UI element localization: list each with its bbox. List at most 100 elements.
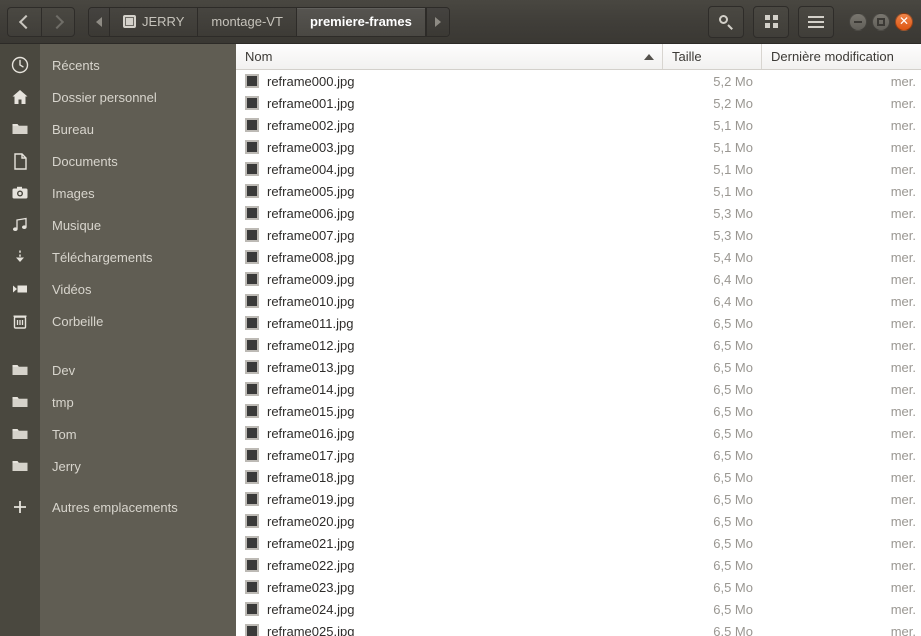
header-actions: ✕	[708, 5, 915, 38]
file-name-cell: reframe025.jpg	[236, 624, 663, 636]
file-name-label: reframe011.jpg	[267, 315, 354, 331]
grid-view-icon	[764, 15, 778, 28]
table-row[interactable]: reframe007.jpg 5,3 Mo mer.	[236, 224, 921, 246]
sidebar-item-tmp[interactable]: tmp	[40, 386, 236, 418]
table-row[interactable]: reframe006.jpg 5,3 Mo mer.	[236, 202, 921, 224]
table-row[interactable]: reframe008.jpg 5,4 Mo mer.	[236, 246, 921, 268]
file-size-cell: 6,5 Mo	[713, 403, 753, 419]
table-row[interactable]: reframe014.jpg 6,5 Mo mer.	[236, 378, 921, 400]
table-row[interactable]: reframe012.jpg 6,5 Mo mer.	[236, 334, 921, 356]
breadcrumb-scroll-left-button[interactable]	[89, 7, 110, 36]
breadcrumb-item-label: montage-VT	[211, 14, 283, 29]
column-header-modified[interactable]: Dernière modification	[762, 44, 921, 69]
file-name-cell: reframe010.jpg	[236, 294, 663, 309]
forward-button[interactable]	[41, 6, 75, 37]
table-row[interactable]: reframe017.jpg 6,5 Mo mer.	[236, 444, 921, 466]
file-size-cell: 6,5 Mo	[713, 535, 753, 551]
image-thumbnail-icon	[245, 426, 259, 440]
drive-icon	[123, 15, 136, 28]
close-button[interactable]: ✕	[895, 12, 913, 31]
file-modified-cell: mer.	[890, 315, 916, 331]
folder-icon	[0, 386, 40, 418]
sidebar-item-label: Bureau	[52, 121, 94, 137]
file-name-label: reframe004.jpg	[267, 161, 355, 177]
search-button[interactable]	[708, 5, 744, 38]
sidebar-item-jerry[interactable]: Jerry	[40, 450, 236, 482]
file-name-cell: reframe000.jpg	[236, 74, 663, 89]
triangle-right-icon	[434, 16, 441, 27]
main-menu-button[interactable]	[798, 5, 834, 38]
sidebar-item-home[interactable]: Dossier personnel	[40, 81, 236, 113]
table-row[interactable]: reframe016.jpg 6,5 Mo mer.	[236, 422, 921, 444]
table-row[interactable]: reframe019.jpg 6,5 Mo mer.	[236, 488, 921, 510]
table-row[interactable]: reframe022.jpg 6,5 Mo mer.	[236, 554, 921, 576]
column-header-size[interactable]: Taille	[663, 44, 762, 69]
sidebar-item-images[interactable]: Images	[40, 177, 236, 209]
image-thumbnail-icon	[245, 184, 259, 198]
minimize-button[interactable]	[849, 12, 867, 31]
file-name-cell: reframe013.jpg	[236, 360, 663, 375]
sidebar-item-trash[interactable]: Corbeille	[40, 305, 236, 337]
file-modified-cell: mer.	[890, 425, 916, 441]
breadcrumb-scroll-right-button[interactable]	[425, 7, 449, 36]
file-size-cell: 5,2 Mo	[713, 73, 753, 89]
image-thumbnail-icon	[245, 514, 259, 528]
breadcrumb-item-premiere-frames[interactable]: premiere-frames	[296, 7, 426, 36]
sidebar-item-tom[interactable]: Tom	[40, 418, 236, 450]
table-row[interactable]: reframe004.jpg 5,1 Mo mer.	[236, 158, 921, 180]
image-thumbnail-icon	[245, 206, 259, 220]
table-row[interactable]: reframe002.jpg 5,1 Mo mer.	[236, 114, 921, 136]
image-thumbnail-icon	[245, 624, 259, 636]
sidebar-item-desktop[interactable]: Bureau	[40, 113, 236, 145]
sidebar-item-downloads[interactable]: Téléchargements	[40, 241, 236, 273]
file-modified-cell: mer.	[890, 337, 916, 353]
table-row[interactable]: reframe021.jpg 6,5 Mo mer.	[236, 532, 921, 554]
file-list[interactable]: reframe000.jpg 5,2 Mo mer. reframe001.jpg 5,…	[236, 70, 921, 636]
table-row[interactable]: reframe018.jpg 6,5 Mo mer.	[236, 466, 921, 488]
column-header-label: Nom	[245, 49, 273, 64]
breadcrumb-item-label: JERRY	[142, 14, 185, 29]
table-row[interactable]: reframe015.jpg 6,5 Mo mer.	[236, 400, 921, 422]
file-modified-cell: mer.	[890, 381, 916, 397]
table-row[interactable]: reframe013.jpg 6,5 Mo mer.	[236, 356, 921, 378]
table-row[interactable]: reframe023.jpg 6,5 Mo mer.	[236, 576, 921, 598]
file-size-cell: 5,1 Mo	[713, 117, 753, 133]
table-row[interactable]: reframe000.jpg 5,2 Mo mer.	[236, 70, 921, 92]
sidebar-item-videos[interactable]: Vidéos	[40, 273, 236, 305]
table-row[interactable]: reframe001.jpg 5,2 Mo mer.	[236, 92, 921, 114]
file-name-cell: reframe001.jpg	[236, 96, 663, 111]
sidebar-item-music[interactable]: Musique	[40, 209, 236, 241]
sidebar-group-separator	[40, 482, 236, 491]
minimize-icon	[854, 20, 862, 23]
sidebar-item-recents[interactable]: Récents	[40, 49, 236, 81]
folder-icon	[0, 113, 40, 145]
sidebar-item-other-locations[interactable]: Autres emplacements	[40, 491, 236, 523]
file-manager-window: JERRY montage-VT premiere-frames ✕ Récen…	[0, 0, 921, 636]
breadcrumb: JERRY montage-VT premiere-frames	[88, 6, 450, 37]
column-headers: Nom Taille Dernière modification	[236, 44, 921, 70]
table-row[interactable]: reframe024.jpg 6,5 Mo mer.	[236, 598, 921, 620]
breadcrumb-item-montage-vt[interactable]: montage-VT	[198, 7, 297, 36]
sidebar-item-label: Jerry	[52, 458, 81, 474]
file-modified-cell: mer.	[890, 623, 916, 636]
table-row[interactable]: reframe003.jpg 5,1 Mo mer.	[236, 136, 921, 158]
view-toggle-button[interactable]	[753, 5, 789, 38]
table-row[interactable]: reframe010.jpg 6,4 Mo mer.	[236, 290, 921, 312]
file-modified-cell: mer.	[890, 447, 916, 463]
table-row[interactable]: reframe011.jpg 6,5 Mo mer.	[236, 312, 921, 334]
column-header-name[interactable]: Nom	[236, 44, 663, 69]
breadcrumb-item-jerry[interactable]: JERRY	[110, 7, 199, 36]
file-name-label: reframe022.jpg	[267, 557, 355, 573]
table-row[interactable]: reframe025.jpg 6,5 Mo mer.	[236, 620, 921, 636]
file-modified-cell: mer.	[890, 293, 916, 309]
table-row[interactable]: reframe005.jpg 5,1 Mo mer.	[236, 180, 921, 202]
table-row[interactable]: reframe009.jpg 6,4 Mo mer.	[236, 268, 921, 290]
sidebar-item-dev[interactable]: Dev	[40, 354, 236, 386]
table-row[interactable]: reframe020.jpg 6,5 Mo mer.	[236, 510, 921, 532]
maximize-button[interactable]	[872, 12, 890, 31]
download-icon	[0, 241, 40, 273]
sidebar-item-documents[interactable]: Documents	[40, 145, 236, 177]
file-name-cell: reframe012.jpg	[236, 338, 663, 353]
back-button[interactable]	[7, 6, 41, 37]
sidebar-item-label: Dossier personnel	[52, 89, 157, 105]
